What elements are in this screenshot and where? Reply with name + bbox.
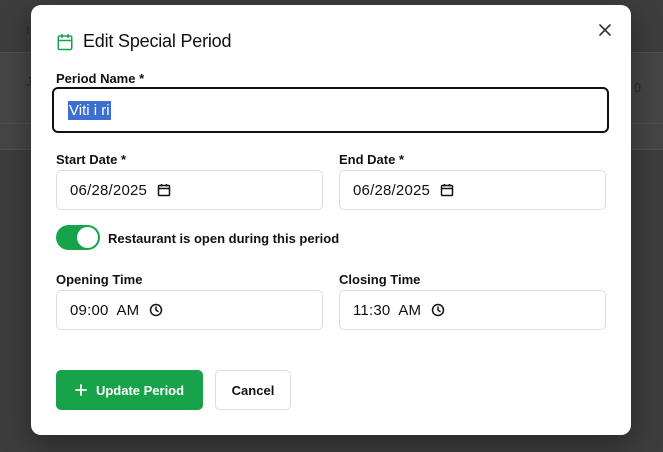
clock-icon[interactable]	[431, 303, 445, 317]
opening-time-label: Opening Time	[56, 272, 143, 287]
closing-time-input[interactable]: 11:30 AM	[339, 290, 606, 330]
closing-time-value: 11:30 AM	[353, 301, 422, 319]
end-date-value: 06/28/2025	[353, 181, 431, 199]
opening-time-value: 09:00 AM	[70, 301, 140, 319]
toggle-knob	[77, 227, 98, 248]
end-date-label: End Date *	[339, 152, 405, 167]
open-during-period-label: Restaurant is open during this period	[108, 231, 340, 246]
closing-time-label: Closing Time	[339, 272, 421, 287]
close-button[interactable]	[597, 22, 613, 38]
period-name-label: Period Name *	[56, 71, 145, 86]
close-icon	[599, 24, 611, 36]
opening-time-input[interactable]: 09:00 AM	[56, 290, 323, 330]
end-date-input[interactable]: 06/28/2025	[339, 170, 606, 210]
start-date-value: 06/28/2025	[70, 181, 148, 199]
calendar-icon[interactable]	[440, 183, 454, 197]
edit-special-period-dialog: Edit Special Period Period Name * Viti i…	[31, 5, 631, 435]
background-text: 0	[633, 80, 641, 95]
calendar-icon	[57, 33, 73, 50]
start-date-label: Start Date *	[56, 152, 127, 167]
update-period-label: Update Period	[95, 382, 185, 398]
open-during-period-toggle[interactable]	[56, 225, 100, 250]
plus-icon	[75, 384, 87, 396]
period-name-input[interactable]: Viti i ri	[52, 87, 609, 133]
background-text: I	[26, 22, 30, 37]
cancel-button[interactable]: Cancel	[215, 370, 291, 410]
period-name-value: Viti i ri	[68, 100, 111, 120]
cancel-label: Cancel	[231, 382, 275, 398]
dialog-title: Edit Special Period	[83, 31, 232, 51]
calendar-icon[interactable]	[157, 183, 171, 197]
clock-icon[interactable]	[149, 303, 163, 317]
dialog-header: Edit Special Period	[56, 31, 231, 52]
start-date-input[interactable]: 06/28/2025	[56, 170, 323, 210]
update-period-button[interactable]: Update Period	[56, 370, 203, 410]
